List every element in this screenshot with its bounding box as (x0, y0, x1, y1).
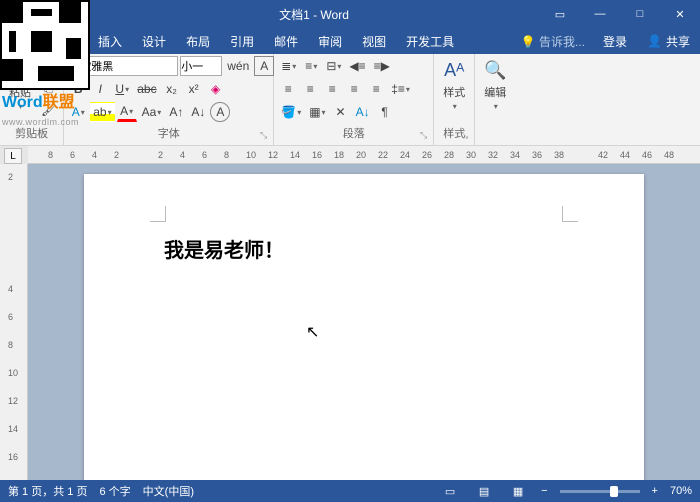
ribbon-tabs: 文件 开始 插入 设计 布局 引用 邮件 审阅 视图 开发工具 💡 告诉我...… (0, 28, 700, 54)
char-border-icon[interactable]: A (254, 56, 274, 76)
web-layout-icon[interactable]: ▦ (507, 482, 529, 500)
font-label: 字体⤡ (68, 125, 269, 143)
zoom-level[interactable]: 70% (670, 485, 692, 497)
document-text[interactable]: 我是易老师！ (164, 234, 564, 263)
login-button[interactable]: 登录 (593, 33, 637, 50)
tell-me[interactable]: 💡 告诉我... (513, 33, 593, 50)
margin-corner (150, 206, 166, 222)
styles-button[interactable]: Aᴬ 样式▾ (438, 56, 470, 113)
tab-mailings[interactable]: 邮件 (264, 28, 308, 54)
titlebar: 💾 ↶ ↷ ▾ 文档1 - Word ▭ — □ ✕ (0, 0, 700, 28)
qr-code-overlay (0, 0, 90, 90)
strikethrough-button[interactable]: abc (134, 79, 159, 99)
page-count[interactable]: 第 1 页，共 1 页 (8, 483, 87, 499)
margin-corner (562, 206, 578, 222)
clear-format-icon[interactable]: ◈ (206, 79, 226, 99)
page[interactable]: 我是易老师！ (84, 174, 644, 480)
zoom-slider[interactable] (560, 490, 640, 493)
borders-icon[interactable]: ▦▾ (306, 102, 328, 122)
close-icon[interactable]: ✕ (660, 0, 700, 28)
change-case-icon[interactable]: Aa▾ (139, 102, 165, 122)
ribbon-options-icon[interactable]: ▭ (540, 0, 580, 28)
ruler-vertical[interactable]: 246810121416 (0, 164, 28, 480)
tab-references[interactable]: 引用 (220, 28, 264, 54)
superscript-button[interactable]: x² (184, 79, 204, 99)
tab-view[interactable]: 视图 (352, 28, 396, 54)
font-color-icon[interactable]: A▾ (117, 102, 137, 122)
statusbar: 第 1 页，共 1 页 6 个字 中文(中国) ▭ ▤ ▦ − + 70% (0, 480, 700, 502)
align-center-icon[interactable]: ≡ (300, 79, 320, 99)
language[interactable]: 中文(中国) (143, 483, 194, 499)
styles-label: 样式⤡ (438, 125, 470, 143)
print-layout-icon[interactable]: ▤ (473, 482, 495, 500)
snap-grid-icon[interactable]: ✕ (331, 102, 351, 122)
italic-button[interactable]: I (90, 79, 110, 99)
minimize-icon[interactable]: — (580, 0, 620, 28)
decrease-indent-icon[interactable]: ◀≡ (346, 56, 368, 76)
document-canvas[interactable]: 我是易老师！ (28, 164, 700, 480)
paragraph-label: 段落⤡ (278, 125, 429, 143)
group-styles: Aᴬ 样式▾ 样式⤡ (434, 54, 475, 145)
window-title: 文档1 - Word (88, 6, 540, 23)
ribbon: 📋 粘贴▾ ✂ ⎘ 🖌 剪贴板 wén A B I U▾ abc (0, 54, 700, 146)
tab-review[interactable]: 审阅 (308, 28, 352, 54)
maximize-icon[interactable]: □ (620, 0, 660, 28)
subscript-button[interactable]: x₂ (162, 79, 182, 99)
share-button[interactable]: 👤 共享 (637, 33, 700, 50)
show-marks-icon[interactable]: ¶ (375, 102, 395, 122)
numbering-icon[interactable]: ≡▾ (301, 56, 321, 76)
launcher-icon[interactable]: ⤡ (420, 130, 427, 141)
group-font: wén A B I U▾ abc x₂ x² ◈ A▾ ab▾ A▾ Aa▾ A… (64, 54, 274, 145)
group-paragraph: ≣▾ ≡▾ ⊟▾ ◀≡ ≡▶ ≡ ≡ ≡ ≡ ≡ ‡≡▾ 🪣▾ ▦▾ ✕ A↓ … (274, 54, 434, 145)
font-size-combo[interactable] (180, 56, 222, 76)
shading-icon[interactable]: 🪣▾ (278, 102, 304, 122)
shrink-font-icon[interactable]: A↓ (188, 102, 208, 122)
tab-developer[interactable]: 开发工具 (396, 28, 464, 54)
multilevel-icon[interactable]: ⊟▾ (323, 56, 344, 76)
launcher-icon[interactable]: ⤡ (461, 130, 468, 141)
find-icon: 🔍 (483, 58, 507, 82)
watermark: Word联盟 www.wordlm.com (2, 88, 79, 130)
launcher-icon[interactable]: ⤡ (260, 130, 267, 141)
line-spacing-icon[interactable]: ‡≡▾ (388, 79, 413, 99)
zoom-in-icon[interactable]: + (652, 485, 658, 497)
tab-layout[interactable]: 布局 (176, 28, 220, 54)
group-editing: 🔍 编辑▾ (475, 54, 515, 145)
word-count[interactable]: 6 个字 (99, 483, 130, 499)
underline-button[interactable]: U▾ (112, 79, 132, 99)
editing-button[interactable]: 🔍 编辑▾ (479, 56, 511, 113)
ruler-horizontal[interactable]: 8642246810121416182022242628303234363842… (28, 146, 700, 164)
zoom-out-icon[interactable]: − (541, 485, 547, 497)
bullets-icon[interactable]: ≣▾ (278, 56, 299, 76)
increase-indent-icon[interactable]: ≡▶ (371, 56, 393, 76)
tab-selector[interactable]: L (4, 148, 22, 164)
phonetic-guide-icon[interactable]: wén (224, 56, 252, 76)
align-right-icon[interactable]: ≡ (322, 79, 342, 99)
enclose-char-icon[interactable]: A (210, 102, 230, 122)
read-mode-icon[interactable]: ▭ (439, 482, 461, 500)
align-left-icon[interactable]: ≡ (278, 79, 298, 99)
sort-icon[interactable]: A↓ (353, 102, 373, 122)
highlight-icon[interactable]: ab▾ (90, 102, 114, 122)
distribute-icon[interactable]: ≡ (366, 79, 386, 99)
tab-design[interactable]: 设计 (132, 28, 176, 54)
styles-icon: Aᴬ (442, 58, 466, 82)
grow-font-icon[interactable]: A↑ (166, 102, 186, 122)
tab-insert[interactable]: 插入 (88, 28, 132, 54)
justify-icon[interactable]: ≡ (344, 79, 364, 99)
